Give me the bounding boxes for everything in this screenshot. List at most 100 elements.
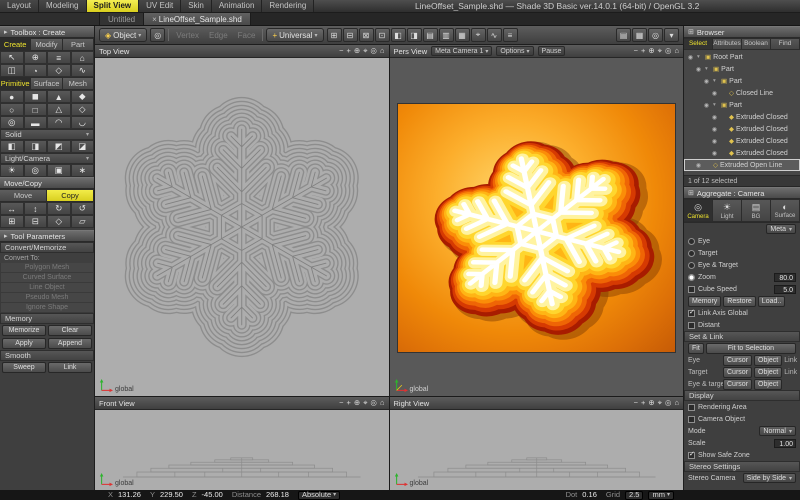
memory-button[interactable]: Memorize xyxy=(2,325,46,336)
radio-icon[interactable] xyxy=(688,262,695,269)
view-control-icon[interactable]: − xyxy=(634,46,638,56)
mode-tab[interactable]: UV Edit xyxy=(139,0,181,12)
options-dropdown[interactable]: Options ▾ xyxy=(496,46,533,56)
cursor-button[interactable]: Cursor xyxy=(723,355,752,366)
view-control-icon[interactable]: ⊕ xyxy=(648,46,654,56)
radio-icon[interactable] xyxy=(688,274,695,281)
light-tool-icon[interactable]: ▣ xyxy=(47,164,71,177)
light-tool-icon[interactable]: ◎ xyxy=(24,164,48,177)
stereo-camera-dropdown[interactable]: Side by Side ▾ xyxy=(743,473,796,483)
eye-icon[interactable]: ◉ xyxy=(710,114,719,121)
aggregate-tab[interactable]: ◐ Surface xyxy=(771,199,800,222)
move-copy-tab[interactable]: Move xyxy=(0,189,47,202)
view-control-icon[interactable]: ⌂ xyxy=(380,398,385,408)
load-button[interactable]: Load.. xyxy=(758,296,785,307)
eye-icon[interactable]: ◉ xyxy=(710,150,719,157)
solid-tool-icon[interactable]: ◩ xyxy=(47,140,71,153)
tree-row[interactable]: ◉ ◆ Extruded Closed xyxy=(684,147,800,159)
mode-tab[interactable]: Skin xyxy=(181,0,212,12)
tree-row[interactable]: ◉ ◇ Extruded Open Line xyxy=(684,159,800,171)
eye-icon[interactable]: ◉ xyxy=(702,78,711,85)
aggregate-tab[interactable]: ▤ BG xyxy=(742,199,771,222)
browser-tab[interactable]: Find xyxy=(771,38,800,50)
primitive-tool-icon[interactable]: □ xyxy=(24,103,48,116)
right-view-canvas[interactable]: global xyxy=(390,410,684,490)
toolbox-mode-tab[interactable]: Part xyxy=(63,38,94,51)
tool-icon[interactable]: ⊕ xyxy=(24,51,48,64)
tree-row[interactable]: ◉ ▾ ▣ Root Part xyxy=(684,51,800,63)
move-copy-tab[interactable]: Copy xyxy=(47,189,94,202)
view-control-icon[interactable]: ⌖ xyxy=(658,46,662,56)
tree-row[interactable]: ◉ ◆ Extruded Closed xyxy=(684,135,800,147)
expand-icon[interactable]: ▾ xyxy=(713,102,719,108)
move-tool-icon[interactable]: ↺ xyxy=(71,202,95,215)
document-tab[interactable]: × LineOffset_Sample.shd xyxy=(144,13,251,25)
tool-icon[interactable]: ↖ xyxy=(0,51,24,64)
tool-icon[interactable]: ◫ xyxy=(0,64,24,77)
selection-mode-button[interactable]: Edge xyxy=(205,29,232,42)
mode-dropdown[interactable]: Normal ▾ xyxy=(759,426,796,436)
view-control-icon[interactable]: − xyxy=(339,398,343,408)
axis-mode-label[interactable]: global xyxy=(410,386,429,393)
view-control-icon[interactable]: ⌂ xyxy=(674,46,679,56)
primitive-tool-icon[interactable]: ◇ xyxy=(71,103,95,116)
tree-row[interactable]: ◉ ◆ Extruded Closed xyxy=(684,123,800,135)
axis-mode-label[interactable]: global xyxy=(115,480,134,487)
checkbox-icon[interactable] xyxy=(688,452,695,459)
toolbox-mode-tab[interactable]: Modify xyxy=(31,38,62,51)
mode-tab[interactable]: Modeling xyxy=(39,0,86,12)
toolbar-icon-button[interactable]: ◨ xyxy=(407,28,422,42)
toolbox-header[interactable]: ▸ Toolbox : Create xyxy=(0,26,94,38)
eye-icon[interactable]: ◉ xyxy=(710,90,719,97)
axis-mode-label[interactable]: global xyxy=(115,386,134,393)
toolbar-icon-button[interactable]: ▦ xyxy=(455,28,470,42)
tree-row[interactable]: ◉ ◇ Closed Line xyxy=(684,87,800,99)
eye-icon[interactable]: ◉ xyxy=(702,102,711,109)
toolbar-icon-button[interactable]: ◎ xyxy=(648,28,663,42)
toolbar-icon-button[interactable]: ▾ xyxy=(664,28,679,42)
primitive-tool-icon[interactable]: ◼ xyxy=(24,90,48,103)
checkbox-icon[interactable] xyxy=(688,310,695,317)
top-view-canvas[interactable]: global xyxy=(95,58,389,396)
primitive-tool-icon[interactable]: ● xyxy=(0,90,24,103)
toolbar-icon-button[interactable]: ∿ xyxy=(487,28,502,42)
browser-tab[interactable]: Attributes xyxy=(713,38,742,50)
aggregate-tab[interactable]: ☀ Light xyxy=(713,199,742,222)
scale-field[interactable]: 1.00 xyxy=(774,439,796,448)
view-control-icon[interactable]: ◎ xyxy=(370,398,377,408)
memory-button[interactable]: Memory xyxy=(688,296,721,307)
view-control-icon[interactable]: ⌖ xyxy=(363,398,367,408)
tool-icon[interactable]: ◔ xyxy=(24,64,48,77)
eye-icon[interactable]: ◉ xyxy=(710,126,719,133)
light-tool-icon[interactable]: ☀ xyxy=(0,164,24,177)
mode-tab[interactable]: Layout xyxy=(0,0,39,12)
primitive-tool-icon[interactable]: ◠ xyxy=(47,116,71,129)
memory-button[interactable]: Clear xyxy=(48,325,92,336)
cube-speed-field[interactable]: 5.0 xyxy=(774,285,796,294)
unit-dropdown[interactable]: mm ▾ xyxy=(648,491,674,500)
mode-tab[interactable]: Animation xyxy=(212,0,263,12)
restore-button[interactable]: Restore xyxy=(723,296,756,307)
toolbar-icon-button[interactable]: ⊠ xyxy=(359,28,374,42)
object-mode-dropdown[interactable]: ◈ Object ▾ xyxy=(99,28,147,42)
mode-tab[interactable]: Rendering xyxy=(262,0,314,12)
toolbar-icon-button[interactable]: ⊞ xyxy=(327,28,342,42)
front-view-canvas[interactable]: global xyxy=(95,410,389,490)
object-button[interactable]: Object xyxy=(754,379,782,390)
primitive-tool-icon[interactable]: ◎ xyxy=(0,116,24,129)
eye-icon[interactable]: ◉ xyxy=(694,162,703,169)
view-control-icon[interactable]: ◎ xyxy=(665,46,672,56)
memory-button[interactable]: Append xyxy=(48,338,92,349)
light-tool-icon[interactable]: ∗ xyxy=(71,164,95,177)
toolbar-icon-button[interactable]: ▥ xyxy=(439,28,454,42)
tool-icon[interactable]: ◇ xyxy=(47,64,71,77)
view-control-icon[interactable]: ⌖ xyxy=(658,398,662,408)
checkbox-icon[interactable] xyxy=(688,322,695,329)
toolbox-mode-tab[interactable]: Create xyxy=(0,38,31,51)
eye-icon[interactable]: ◉ xyxy=(710,138,719,145)
cursor-button[interactable]: Cursor xyxy=(723,379,752,390)
aggregate-camera-header[interactable]: ⊞ Aggregate : Camera xyxy=(684,187,800,199)
view-control-icon[interactable]: + xyxy=(641,398,645,408)
fit-to-selection-button[interactable]: Fit to Selection xyxy=(706,343,796,354)
camera-radio-row[interactable]: Eye xyxy=(684,235,800,247)
